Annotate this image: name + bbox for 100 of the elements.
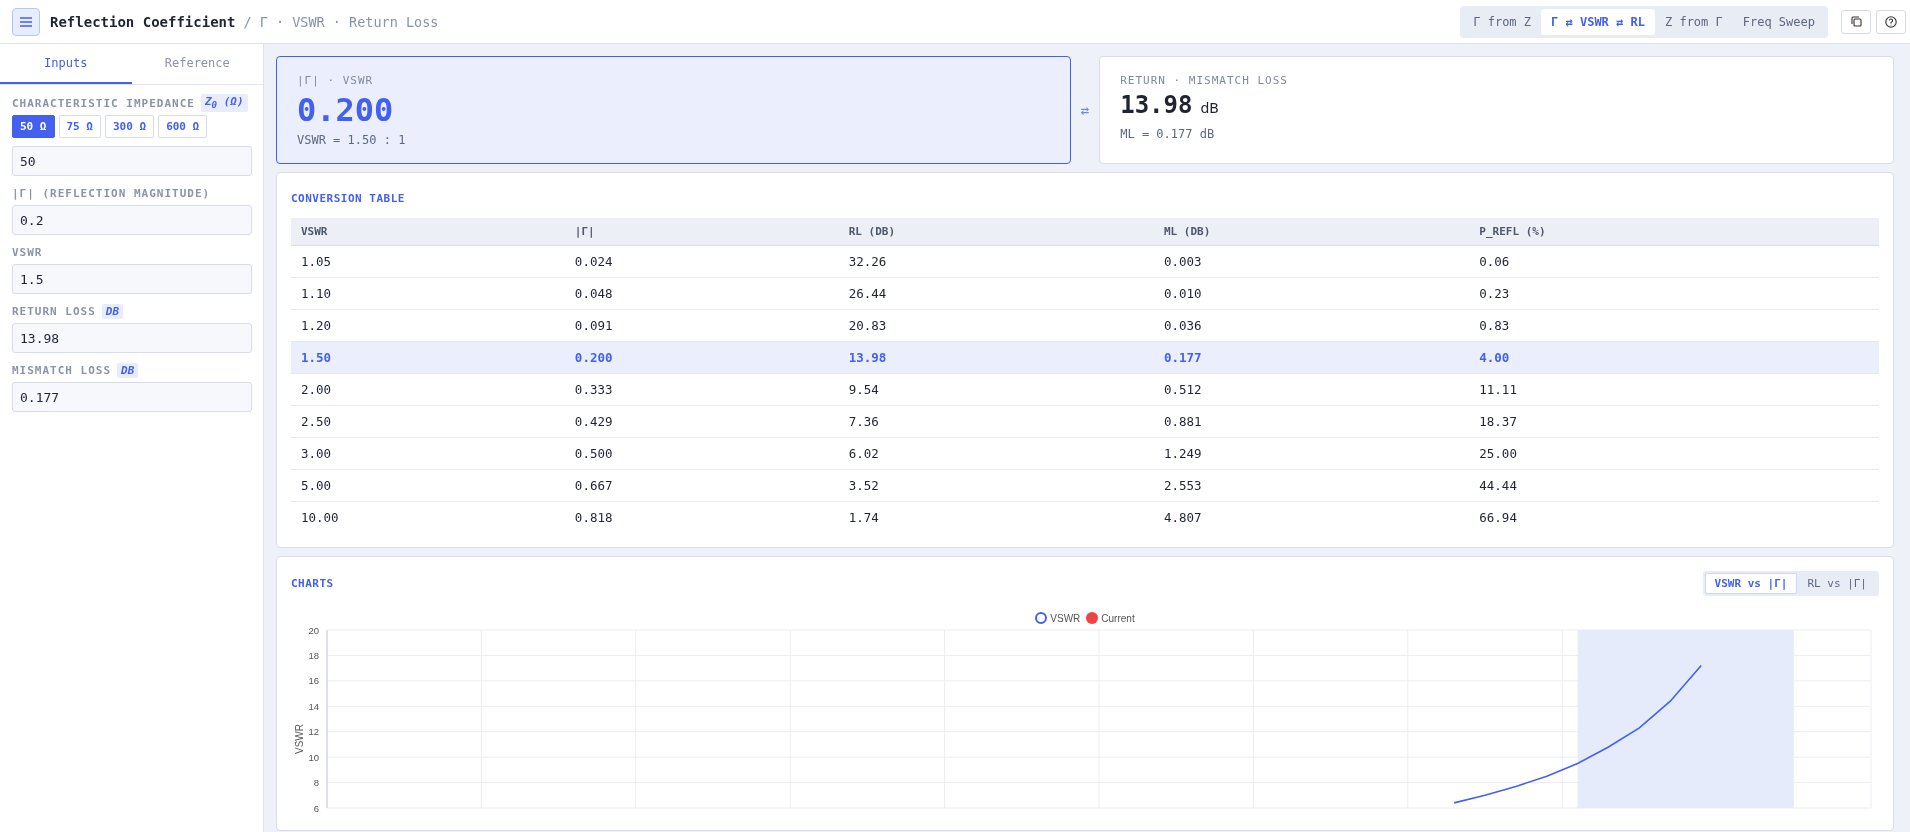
copy-button[interactable] bbox=[1841, 9, 1871, 34]
table-cell: 32.26 bbox=[838, 245, 1154, 278]
sidebar-tab[interactable]: Inputs bbox=[0, 44, 132, 84]
menu-button[interactable] bbox=[12, 7, 40, 36]
table-cell: 3.00 bbox=[291, 437, 565, 470]
table-cell: 1.10 bbox=[291, 277, 565, 310]
legend-label: Current bbox=[1101, 612, 1135, 624]
table-cell: 0.333 bbox=[564, 373, 839, 406]
y-tick-label: 14 bbox=[308, 700, 319, 712]
panel-title: CONVERSION TABLE bbox=[291, 192, 405, 205]
table-cell: 2.00 bbox=[291, 373, 565, 406]
table-cell: 0.500 bbox=[564, 437, 839, 470]
mode-tab[interactable]: Z from Γ bbox=[1654, 8, 1733, 35]
table-cell: 10.00 bbox=[291, 501, 565, 533]
y-tick-label: 16 bbox=[308, 675, 319, 687]
table-cell: 44.44 bbox=[1469, 469, 1879, 502]
y-tick-label: 20 bbox=[308, 624, 319, 636]
card-title: |Γ| · VSWR bbox=[297, 74, 375, 87]
field-label: MISMATCH LOSS bbox=[12, 363, 112, 377]
column-header: ML (DB) bbox=[1154, 218, 1470, 246]
table-cell: 0.048 bbox=[564, 277, 839, 310]
mode-tab[interactable]: Freq Sweep bbox=[1732, 8, 1825, 35]
unit-tag: DB bbox=[117, 362, 139, 378]
table-cell: 66.94 bbox=[1469, 501, 1879, 533]
swap-icon: ⇄ bbox=[1080, 102, 1090, 118]
input-field[interactable]: 0.2 bbox=[12, 205, 252, 235]
result-value: 13.98 bbox=[1120, 91, 1193, 119]
app-title: Reflection Coefficient bbox=[50, 13, 236, 30]
input-field[interactable]: 13.98 bbox=[12, 323, 252, 353]
y-tick-label: 10 bbox=[308, 751, 319, 763]
result-detail: VSWR = 1.50 : 1 bbox=[297, 133, 407, 147]
breadcrumb: / Γ · VSWR · Return Loss bbox=[243, 13, 439, 30]
table-cell: 0.091 bbox=[564, 309, 839, 342]
table-cell: 0.512 bbox=[1154, 373, 1470, 406]
table-cell: 7.36 bbox=[838, 405, 1154, 438]
table-cell: 0.177 bbox=[1154, 341, 1470, 374]
table-cell: 2.50 bbox=[291, 405, 565, 438]
chart-toggle[interactable]: VSWR vs |Γ| bbox=[1704, 573, 1798, 594]
table-cell: 0.23 bbox=[1469, 277, 1879, 310]
table-cell: 0.83 bbox=[1469, 309, 1879, 342]
table-cell: 11.11 bbox=[1469, 373, 1879, 406]
table-cell: 20.83 bbox=[838, 309, 1154, 342]
table-cell: 3.52 bbox=[838, 469, 1154, 502]
column-header: VSWR bbox=[291, 218, 565, 246]
table-cell: 4.00 bbox=[1469, 341, 1879, 374]
field-label: CHARACTERISTIC IMPEDANCE bbox=[12, 96, 195, 110]
table-cell: 0.036 bbox=[1154, 309, 1470, 342]
table-cell: 1.20 bbox=[291, 309, 565, 342]
column-header: P_REFL (%) bbox=[1469, 218, 1879, 246]
copy-icon bbox=[1850, 16, 1862, 27]
y-tick-label: 6 bbox=[313, 802, 319, 814]
table-cell: 5.00 bbox=[291, 469, 565, 502]
table-cell: 6.02 bbox=[838, 437, 1154, 470]
table-cell: 4.807 bbox=[1154, 501, 1470, 533]
table-cell: 0.024 bbox=[564, 245, 839, 278]
field-label: |Γ| (REFLECTION MAGNITUDE) bbox=[12, 186, 211, 200]
table-cell: 0.667 bbox=[564, 469, 839, 502]
table-cell: 9.54 bbox=[838, 373, 1154, 406]
sidebar-tab[interactable]: Reference bbox=[131, 44, 263, 84]
impedance-preset[interactable]: 50 Ω bbox=[12, 115, 55, 138]
table-cell: 0.010 bbox=[1154, 277, 1470, 310]
impedance-preset[interactable]: 600 Ω bbox=[158, 115, 208, 138]
table-cell: 2.553 bbox=[1154, 469, 1470, 502]
table-cell: 0.818 bbox=[564, 501, 839, 533]
result-value: 0.200 bbox=[297, 91, 394, 129]
table-cell: 1.74 bbox=[838, 501, 1154, 533]
table-cell: 0.003 bbox=[1154, 245, 1470, 278]
input-field[interactable]: 1.5 bbox=[12, 264, 252, 294]
unit-tag: DB bbox=[101, 303, 124, 319]
unit-tag: Z$_{0}$ (Ω) bbox=[200, 94, 248, 112]
help-button[interactable] bbox=[1876, 9, 1906, 34]
impedance-field[interactable]: 50 bbox=[12, 146, 252, 176]
card-title: RETURN · MISMATCH LOSS bbox=[1120, 74, 1289, 87]
legend-label: VSWR bbox=[1050, 612, 1081, 624]
y-tick-label: 18 bbox=[308, 649, 319, 661]
help-icon bbox=[1885, 15, 1897, 28]
unit-label: dB bbox=[1200, 100, 1219, 116]
table-cell: 0.429 bbox=[564, 405, 839, 438]
panel-title: CHARTS bbox=[291, 577, 334, 590]
mode-tab[interactable]: Γ from Z bbox=[1463, 8, 1542, 35]
mode-tab[interactable]: Γ ⇄ VSWR ⇄ RL bbox=[1541, 8, 1655, 35]
y-tick-label: 12 bbox=[308, 726, 319, 738]
chart-toggle[interactable]: RL vs |Γ| bbox=[1797, 573, 1877, 594]
input-field[interactable]: 0.177 bbox=[12, 382, 252, 412]
table-cell: 0.200 bbox=[564, 341, 839, 374]
impedance-preset[interactable]: 75 Ω bbox=[58, 115, 101, 138]
table-cell: 0.06 bbox=[1469, 245, 1879, 278]
y-axis-label: VSWR bbox=[294, 724, 305, 754]
table-cell: 0.881 bbox=[1154, 405, 1470, 438]
column-header: |Γ| bbox=[564, 218, 839, 246]
table-cell: 1.05 bbox=[291, 245, 565, 278]
menu-icon bbox=[19, 15, 33, 28]
impedance-preset[interactable]: 300 Ω bbox=[105, 115, 155, 138]
table-cell: 1.249 bbox=[1154, 437, 1470, 470]
field-label: RETURN LOSS bbox=[12, 304, 96, 318]
table-cell: 13.98 bbox=[838, 341, 1154, 374]
y-tick-label: 8 bbox=[313, 777, 319, 789]
table-cell: 1.50 bbox=[291, 341, 565, 374]
result-detail: ML = 0.177 dB bbox=[1120, 127, 1216, 141]
field-label: VSWR bbox=[12, 245, 43, 259]
